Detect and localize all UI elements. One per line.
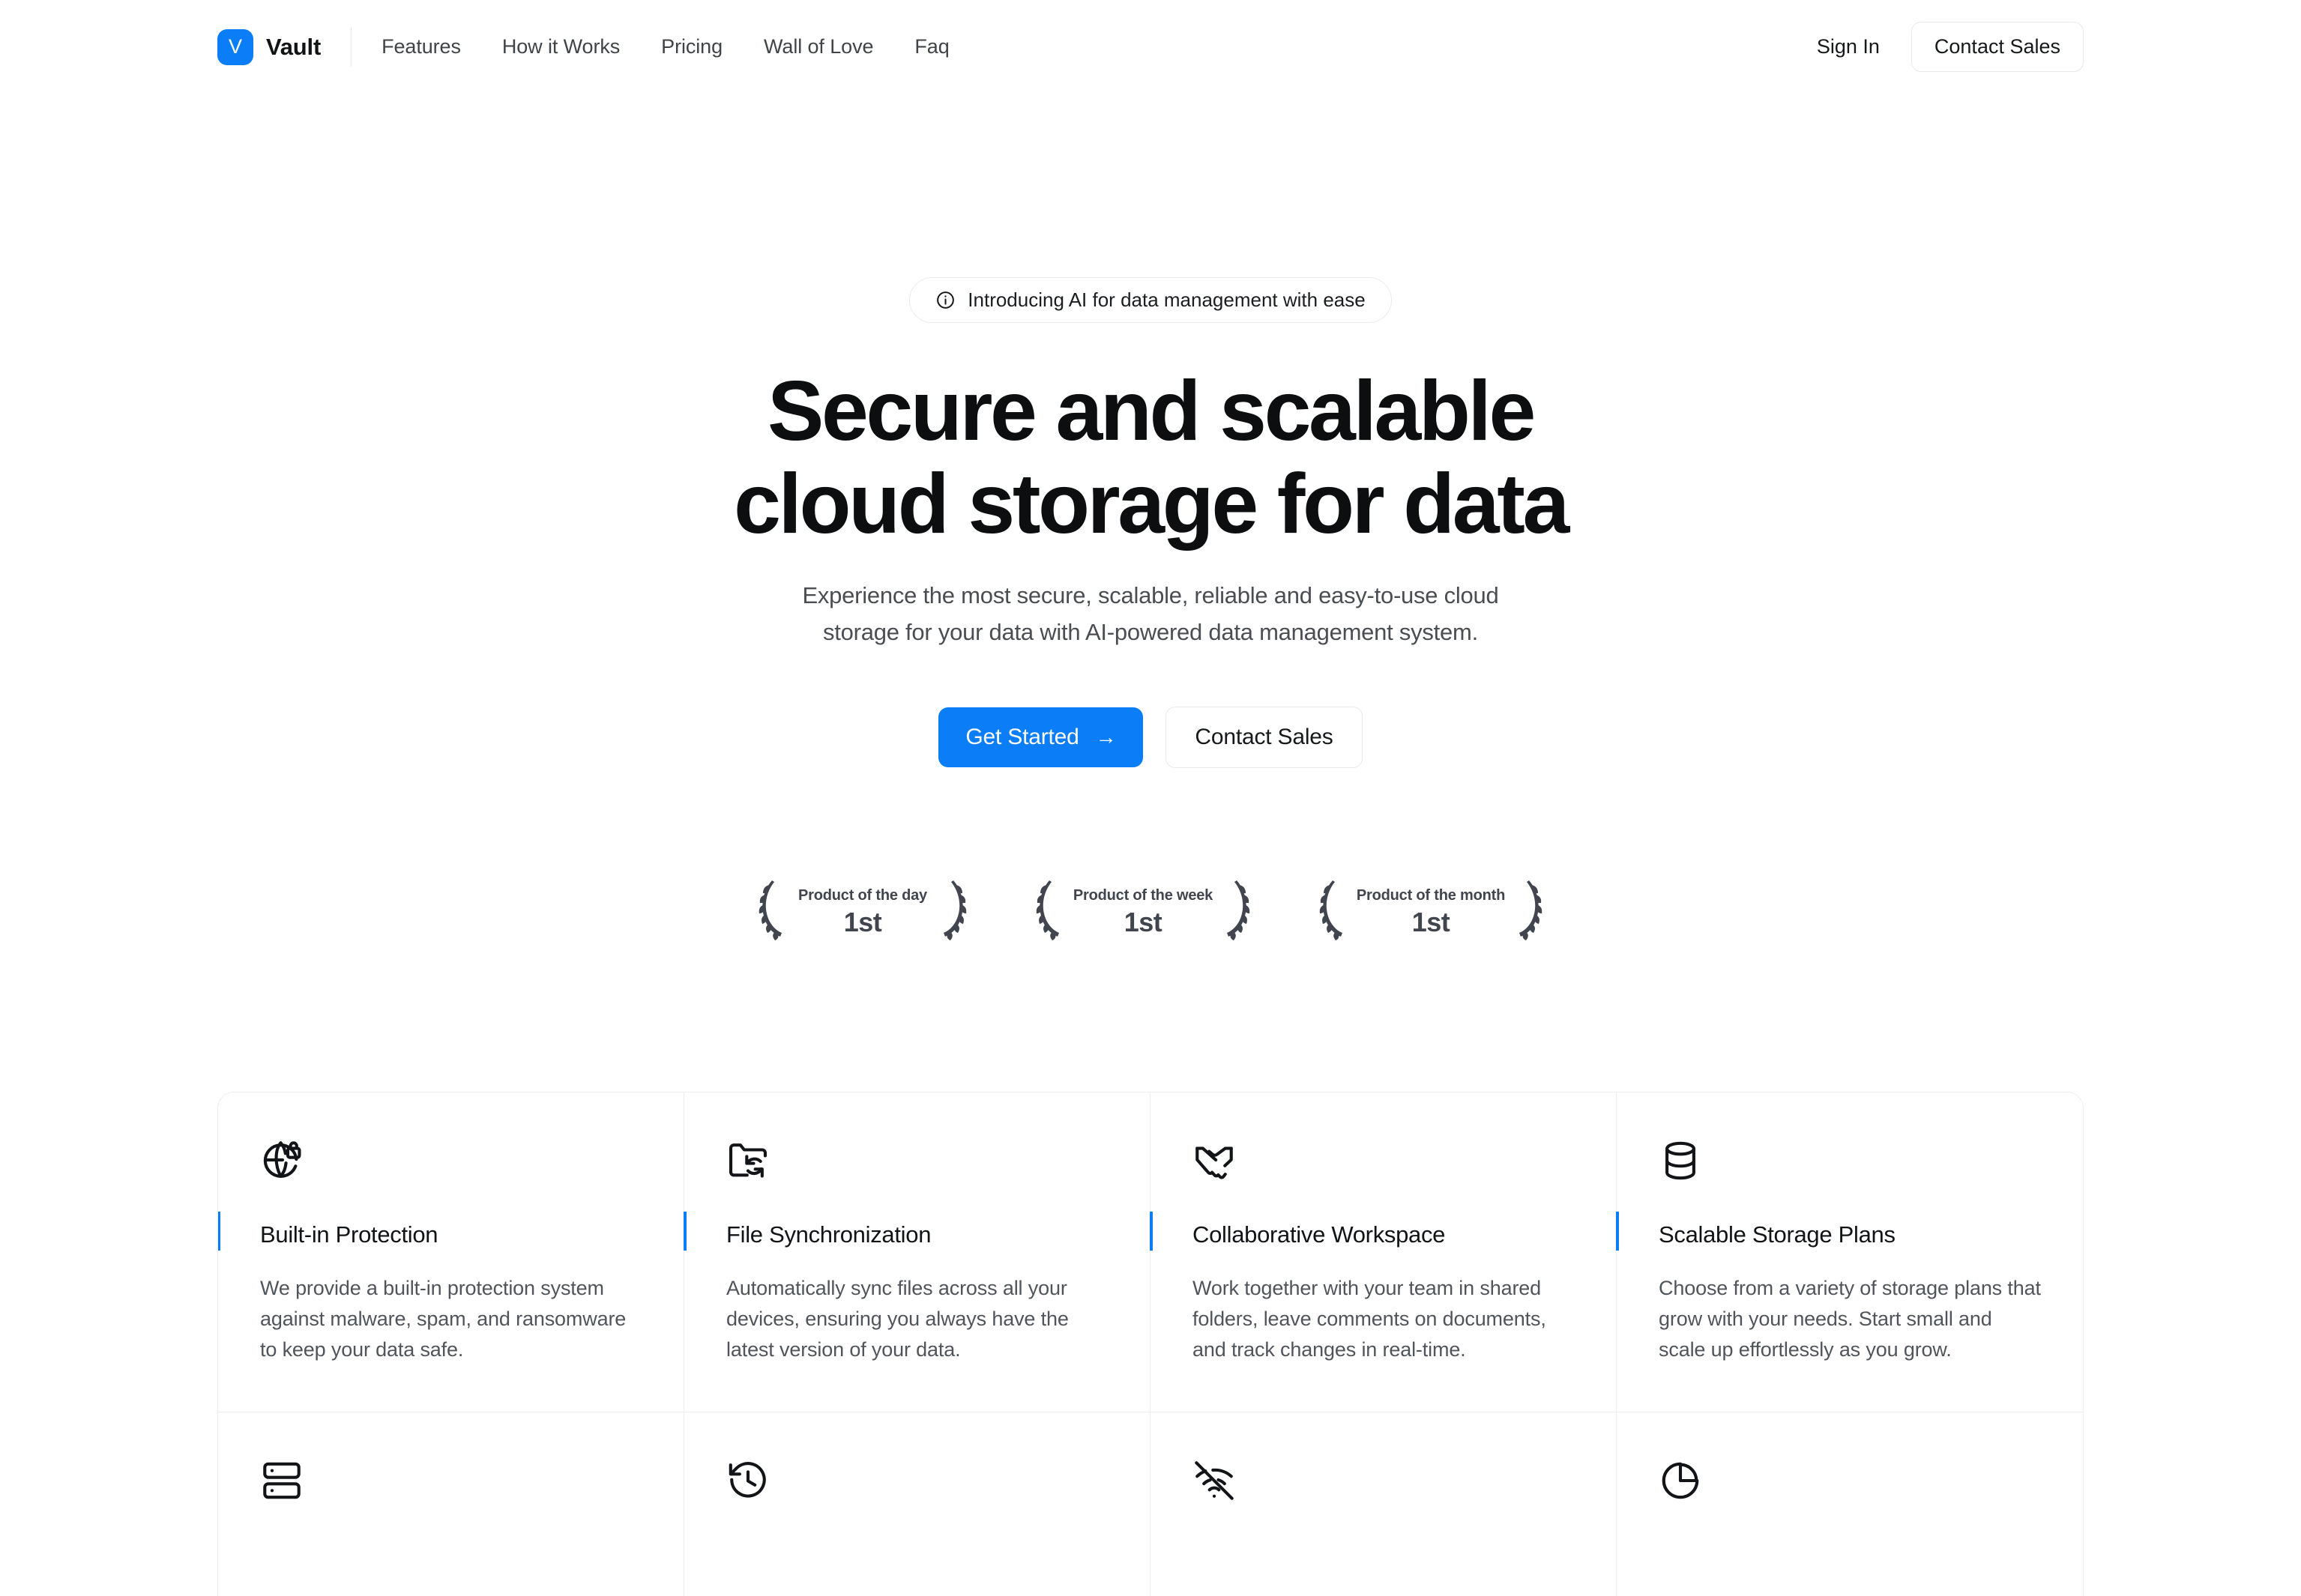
card-accent-bar — [683, 1211, 687, 1251]
card-accent-bar — [218, 1211, 220, 1251]
announcement-badge-text: Introducing AI for data management with … — [968, 288, 1366, 311]
laurel-wreath-icon: Product of the month 1st — [1319, 880, 1542, 940]
feature-title: Collaborative Workspace — [1192, 1221, 1446, 1248]
award-rank-text: 1st — [844, 907, 882, 937]
nav-item-features[interactable]: Features — [382, 35, 461, 58]
award-title-text: Product of the month — [1357, 887, 1505, 904]
feature-card-scalable-storage-plans[interactable]: Scalable Storage Plans Choose from a var… — [1615, 1092, 2083, 1412]
brand-name: Vault — [266, 33, 322, 60]
hero-subtitle: Experience the most secure, scalable, re… — [0, 578, 2301, 651]
award-rank-text: 1st — [1124, 907, 1162, 937]
laurel-wreath-icon: Product of the week 1st — [1036, 880, 1250, 940]
get-started-label: Get Started — [965, 724, 1079, 749]
subtitle-line-1: Experience the most secure, scalable, re… — [802, 581, 1499, 608]
award-rank-text: 1st — [1412, 907, 1450, 937]
feature-description: Automatically sync files across all your… — [726, 1276, 1069, 1361]
feature-description: Work together with your team in shared f… — [1192, 1276, 1546, 1361]
feature-card-server-stack[interactable] — [218, 1412, 684, 1596]
hero-section: Introducing AI for data management with … — [0, 94, 2301, 942]
award-badge-day: Product of the day 1st — [747, 873, 979, 942]
card-accent-bar — [1149, 1211, 1153, 1251]
features-grid: Built-in Protection We provide a built-i… — [217, 1091, 2084, 1596]
nav-item-faq[interactable]: Faq — [914, 35, 949, 58]
clock-rewind-icon — [726, 1459, 770, 1502]
nav-links: Features How it Works Pricing Wall of Lo… — [382, 35, 950, 58]
server-stack-icon — [260, 1459, 304, 1502]
info-icon — [937, 291, 955, 309]
nav-item-wall-of-love[interactable]: Wall of Love — [764, 35, 873, 58]
features-section: Built-in Protection We provide a built-i… — [0, 1091, 2301, 1596]
feature-card-version-history[interactable] — [684, 1412, 1150, 1596]
nav-item-how-it-works[interactable]: How it Works — [502, 35, 620, 58]
nav-actions: Sign In Contact Sales — [1817, 22, 2084, 72]
feature-card-built-in-protection[interactable]: Built-in Protection We provide a built-i… — [218, 1092, 684, 1412]
subtitle-line-2: storage for your data with AI-powered da… — [823, 618, 1478, 645]
contact-sales-button-hero[interactable]: Contact Sales — [1165, 706, 1363, 768]
page-title: Secure and scalable cloud storage for da… — [0, 364, 2301, 551]
award-badge-month: Product of the month 1st — [1307, 873, 1554, 942]
feature-card-usage-analytics[interactable] — [1617, 1412, 2083, 1596]
award-badge-week: Product of the week 1st — [1024, 873, 1262, 942]
database-icon — [1659, 1139, 1702, 1182]
award-title-text: Product of the week — [1073, 887, 1213, 904]
feature-title: File Synchronization — [726, 1221, 932, 1248]
feature-card-file-synchronization[interactable]: File Synchronization Automatically sync … — [683, 1092, 1150, 1412]
top-navbar: V Vault Features How it Works Pricing Wa… — [0, 0, 2301, 94]
handshake-icon — [1192, 1139, 1236, 1182]
brand-logo[interactable]: V Vault — [217, 28, 322, 65]
wifi-off-icon — [1192, 1459, 1236, 1502]
announcement-badge[interactable]: Introducing AI for data management with … — [909, 277, 1392, 323]
feature-card-collaborative-workspace[interactable]: Collaborative Workspace Work together wi… — [1149, 1092, 1617, 1412]
awards-row: Product of the day 1st Product of the we… — [0, 873, 2301, 942]
feature-title: Built-in Protection — [260, 1221, 438, 1248]
feature-description: Choose from a variety of storage plans t… — [1659, 1276, 2041, 1361]
get-started-button[interactable]: Get Started → — [938, 707, 1144, 767]
headline-line-1: Secure and scalable — [767, 363, 1536, 458]
nav-divider — [351, 27, 352, 67]
feature-description: We provide a built-in protection system … — [260, 1276, 627, 1361]
arrow-right-icon: → — [1095, 725, 1117, 749]
pie-chart-icon — [1659, 1459, 1702, 1502]
sign-in-link[interactable]: Sign In — [1817, 35, 1880, 58]
hero-cta-row: Get Started → Contact Sales — [0, 706, 2301, 768]
contact-sales-button-nav[interactable]: Contact Sales — [1911, 22, 2084, 72]
vault-logo-icon: V — [217, 28, 253, 65]
feature-title: Scalable Storage Plans — [1659, 1221, 1896, 1248]
award-title-text: Product of the day — [798, 887, 928, 904]
nav-item-pricing[interactable]: Pricing — [661, 35, 723, 58]
headline-line-2: cloud storage for data — [734, 456, 1569, 551]
feature-card-offline-access[interactable] — [1150, 1412, 1617, 1596]
globe-lock-icon — [260, 1139, 304, 1182]
folder-sync-icon — [726, 1139, 770, 1182]
laurel-wreath-icon: Product of the day 1st — [759, 880, 967, 940]
card-accent-bar — [1615, 1211, 1619, 1251]
